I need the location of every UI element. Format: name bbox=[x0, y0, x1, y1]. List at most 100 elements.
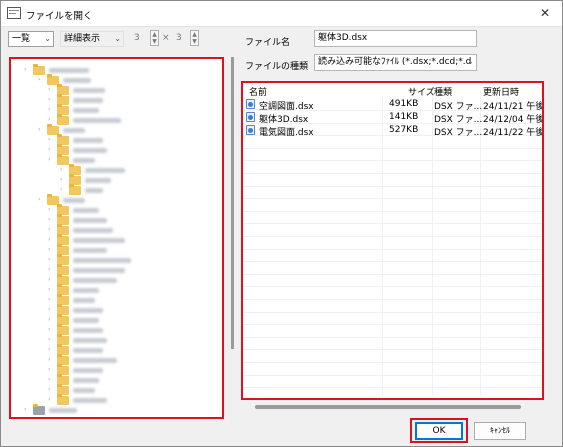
expand-icon[interactable]: › bbox=[48, 277, 53, 283]
folder-icon bbox=[57, 154, 69, 165]
expand-icon[interactable]: › bbox=[48, 147, 53, 153]
vertical-scrollbar[interactable] bbox=[231, 57, 234, 349]
folder-label-redacted bbox=[73, 108, 99, 113]
expand-icon[interactable]: › bbox=[60, 187, 65, 193]
folder-icon bbox=[57, 394, 69, 405]
expand-icon[interactable]: › bbox=[48, 337, 53, 343]
rows-spinner[interactable]: ▲ ▼ bbox=[190, 30, 199, 46]
folder-label-redacted bbox=[85, 188, 103, 193]
expand-icon[interactable]: › bbox=[38, 77, 43, 83]
expand-icon[interactable]: › bbox=[48, 157, 53, 163]
expand-icon[interactable]: › bbox=[48, 227, 53, 233]
expand-icon[interactable]: › bbox=[24, 67, 29, 73]
list-item[interactable]: 躯体3D.dsx 141KB DSX ファ... 24/12/04 午後 bbox=[243, 111, 542, 125]
expand-icon[interactable]: › bbox=[48, 367, 53, 373]
folder-label-redacted bbox=[73, 98, 103, 103]
folder-label-redacted bbox=[73, 378, 99, 383]
grid-line bbox=[243, 336, 542, 338]
folder-label-redacted bbox=[73, 248, 107, 253]
filetype-select[interactable]: 読み込み可能なﾌｧｲﾙ (*.dsx;*.dcd;*.d bbox=[314, 54, 477, 71]
folder-label-redacted bbox=[73, 278, 117, 283]
column-divider bbox=[432, 96, 433, 396]
list-item[interactable]: 電気図面.dsx 527KB DSX ファ... 24/11/22 午後 bbox=[243, 124, 544, 138]
folder-label-redacted bbox=[63, 78, 91, 83]
folder-label-redacted bbox=[85, 168, 125, 173]
chevron-down-icon[interactable]: ⌄ bbox=[467, 57, 474, 66]
filename-input[interactable]: 躯体3D.dsx bbox=[314, 30, 477, 47]
folder-label-redacted bbox=[85, 178, 111, 183]
expand-icon[interactable]: › bbox=[48, 217, 53, 223]
detail-mode-value: 詳細表示 bbox=[64, 34, 101, 44]
expand-icon[interactable]: › bbox=[48, 207, 53, 213]
expand-icon[interactable]: › bbox=[48, 237, 53, 243]
folder-label-redacted bbox=[73, 218, 107, 223]
open-file-dialog: ファイルを開く ✕ 一覧 ⌄ 詳細表示 ⌄ 3 ▲ ▼ × 3 ▲ ▼ ファイル… bbox=[0, 0, 563, 447]
grid-line bbox=[243, 173, 542, 174]
column-header-name[interactable]: 名前 bbox=[249, 85, 267, 98]
ok-button[interactable]: OK bbox=[415, 422, 463, 440]
folder-tree[interactable]: › › › › › › › › › › › › › › › › › › › › › › › › › › › › › › › › › › › bbox=[9, 57, 224, 419]
spin-up-icon[interactable]: ▲ bbox=[151, 31, 158, 38]
folder-label-redacted bbox=[73, 118, 121, 123]
folder-label-redacted bbox=[73, 148, 107, 153]
folder-label-redacted bbox=[49, 408, 77, 413]
expand-icon[interactable]: › bbox=[48, 247, 53, 253]
columns-value[interactable]: 3 bbox=[134, 33, 140, 43]
folder-label-redacted bbox=[73, 208, 99, 213]
expand-icon[interactable]: › bbox=[48, 387, 53, 393]
expand-icon[interactable]: › bbox=[48, 137, 53, 143]
grid-line bbox=[243, 248, 542, 250]
column-header-date[interactable]: 更新日時 bbox=[483, 85, 519, 98]
expand-icon[interactable]: › bbox=[48, 287, 53, 293]
expand-icon[interactable]: › bbox=[48, 357, 53, 363]
expand-icon[interactable]: › bbox=[48, 267, 53, 273]
folder-label-redacted bbox=[73, 258, 131, 263]
horizontal-scrollbar[interactable] bbox=[255, 405, 521, 409]
detail-mode-select[interactable]: 詳細表示 ⌄ bbox=[60, 31, 124, 47]
expand-icon[interactable]: › bbox=[48, 117, 53, 123]
expand-icon[interactable]: › bbox=[48, 347, 53, 353]
expand-icon[interactable]: › bbox=[60, 167, 65, 173]
expand-icon[interactable]: › bbox=[24, 407, 29, 413]
folder-label-redacted bbox=[73, 388, 95, 393]
view-mode-select[interactable]: 一覧 ⌄ bbox=[8, 31, 54, 47]
expand-icon[interactable]: › bbox=[48, 87, 53, 93]
expand-icon[interactable]: › bbox=[38, 197, 43, 203]
cancel-button[interactable]: ｷｬﾝｾﾙ bbox=[474, 422, 526, 440]
expand-icon[interactable]: › bbox=[48, 377, 53, 383]
folder-label-redacted bbox=[73, 368, 103, 373]
expand-icon[interactable]: › bbox=[48, 257, 53, 263]
folder-label-redacted bbox=[73, 348, 103, 353]
app-icon bbox=[7, 7, 21, 19]
spin-up-icon[interactable]: ▲ bbox=[191, 31, 198, 38]
column-header-size[interactable]: サイズ bbox=[408, 85, 435, 98]
folder-icon bbox=[33, 404, 45, 415]
grid-line bbox=[243, 198, 542, 200]
folder-label-redacted bbox=[73, 238, 125, 243]
list-item[interactable]: 空調図面.dsx 491KB DSX ファ... 24/11/21 午後 bbox=[243, 98, 542, 112]
file-date: 24/11/22 午後 bbox=[483, 128, 544, 138]
tree-item[interactable]: › bbox=[11, 404, 221, 416]
expand-icon[interactable]: › bbox=[48, 307, 53, 313]
expand-icon[interactable]: › bbox=[48, 327, 53, 333]
column-header-type[interactable]: 種類 bbox=[434, 85, 452, 98]
rows-value[interactable]: 3 bbox=[176, 33, 182, 43]
close-icon[interactable]: ✕ bbox=[536, 5, 554, 21]
file-list[interactable]: 名前 サイズ 種類 更新日時 空調図面.dsx 491KB DSX ファ... … bbox=[241, 81, 544, 400]
expand-icon[interactable]: › bbox=[48, 397, 53, 403]
expand-icon[interactable]: › bbox=[60, 177, 65, 183]
spin-down-icon[interactable]: ▼ bbox=[151, 38, 158, 45]
column-divider bbox=[382, 96, 383, 396]
folder-icon bbox=[57, 114, 69, 125]
expand-icon[interactable]: › bbox=[48, 317, 53, 323]
expand-icon[interactable]: › bbox=[48, 107, 53, 113]
folder-label-redacted bbox=[63, 128, 85, 133]
expand-icon[interactable]: › bbox=[48, 97, 53, 103]
grid-line bbox=[243, 299, 542, 300]
expand-icon[interactable]: › bbox=[38, 127, 43, 133]
folder-label-redacted bbox=[73, 88, 105, 93]
columns-spinner[interactable]: ▲ ▼ bbox=[150, 30, 159, 46]
times-sign: × bbox=[162, 33, 170, 43]
spin-down-icon[interactable]: ▼ bbox=[191, 38, 198, 45]
expand-icon[interactable]: › bbox=[48, 297, 53, 303]
